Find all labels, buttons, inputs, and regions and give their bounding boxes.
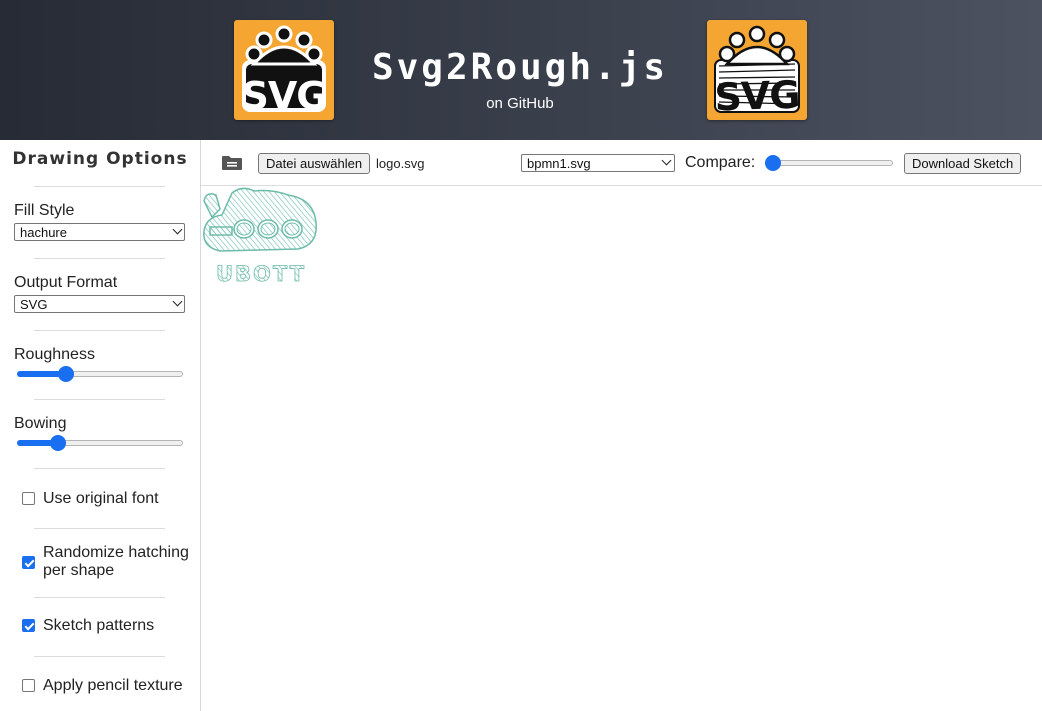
use-original-font-label: Use original font: [43, 490, 159, 507]
drawing-options-sidebar: Drawing Options Fill Style hachure Outpu…: [0, 140, 201, 711]
example-file-select[interactable]: bpmn1.svg: [521, 154, 675, 172]
output-format-value: SVG: [20, 297, 48, 312]
folder-icon[interactable]: [221, 155, 243, 171]
sketch-patterns-label: Sketch patterns: [43, 617, 155, 634]
sketched-logo-drawing: UBOTT: [203, 187, 317, 286]
svg-logo-right-sketched[interactable]: SVG: [707, 20, 807, 120]
download-sketch-button[interactable]: Download Sketch: [904, 153, 1022, 174]
fill-style-select[interactable]: hachure: [14, 223, 185, 241]
divider: [34, 528, 165, 529]
slider-thumb[interactable]: [765, 155, 781, 171]
roughness-label: Roughness: [14, 346, 95, 363]
divider: [34, 258, 165, 259]
use-original-font-checkbox[interactable]: [22, 492, 35, 505]
fill-style-value: hachure: [20, 225, 67, 240]
randomize-hatching-checkbox[interactable]: [22, 556, 35, 569]
apply-pencil-texture-label: Apply pencil texture: [43, 677, 183, 694]
choose-file-button[interactable]: Datei auswählen: [258, 153, 371, 174]
divider: [34, 656, 165, 657]
divider: [34, 330, 165, 331]
divider: [34, 186, 165, 187]
randomize-hatching-label: Randomize hatching per shape: [43, 544, 189, 579]
roughness-slider[interactable]: [17, 366, 183, 382]
toolbar: Datei auswählen logo.svg bpmn1.svg Compa…: [201, 140, 1042, 186]
svg-logo-left[interactable]: SVG: [234, 20, 334, 120]
slider-thumb[interactable]: [57, 366, 74, 382]
example-file-value: bpmn1.svg: [527, 156, 591, 171]
selected-file-name: logo.svg: [376, 156, 425, 171]
bowing-slider[interactable]: [17, 435, 183, 451]
chevron-down-icon: [172, 224, 183, 235]
sketch-patterns-checkbox[interactable]: [22, 619, 35, 632]
github-link[interactable]: on GitHub: [360, 95, 680, 112]
divider: [34, 399, 165, 400]
sketch-text: UBOTT: [216, 262, 306, 286]
divider: [34, 597, 165, 598]
chevron-down-icon: [172, 296, 183, 307]
compare-label: Compare:: [685, 154, 756, 171]
divider: [34, 468, 165, 469]
sketch-canvas[interactable]: UBOTT: [202, 187, 1042, 711]
header-banner: SVG Svg2Rough.js on GitHub SVG: [0, 0, 1042, 140]
logo-right-text: SVG: [713, 72, 801, 120]
bowing-label: Bowing: [14, 415, 67, 432]
output-format-select[interactable]: SVG: [14, 295, 185, 313]
fill-style-label: Fill Style: [14, 202, 75, 219]
slider-thumb[interactable]: [50, 435, 66, 451]
page-title[interactable]: Svg2Rough.js: [360, 48, 680, 88]
output-format-label: Output Format: [14, 274, 118, 291]
apply-pencil-texture-checkbox[interactable]: [22, 679, 35, 692]
compare-slider[interactable]: [765, 155, 893, 171]
sidebar-heading: Drawing Options: [12, 149, 188, 169]
logo-left-text: SVG: [241, 74, 328, 118]
chevron-down-icon: [661, 155, 672, 166]
